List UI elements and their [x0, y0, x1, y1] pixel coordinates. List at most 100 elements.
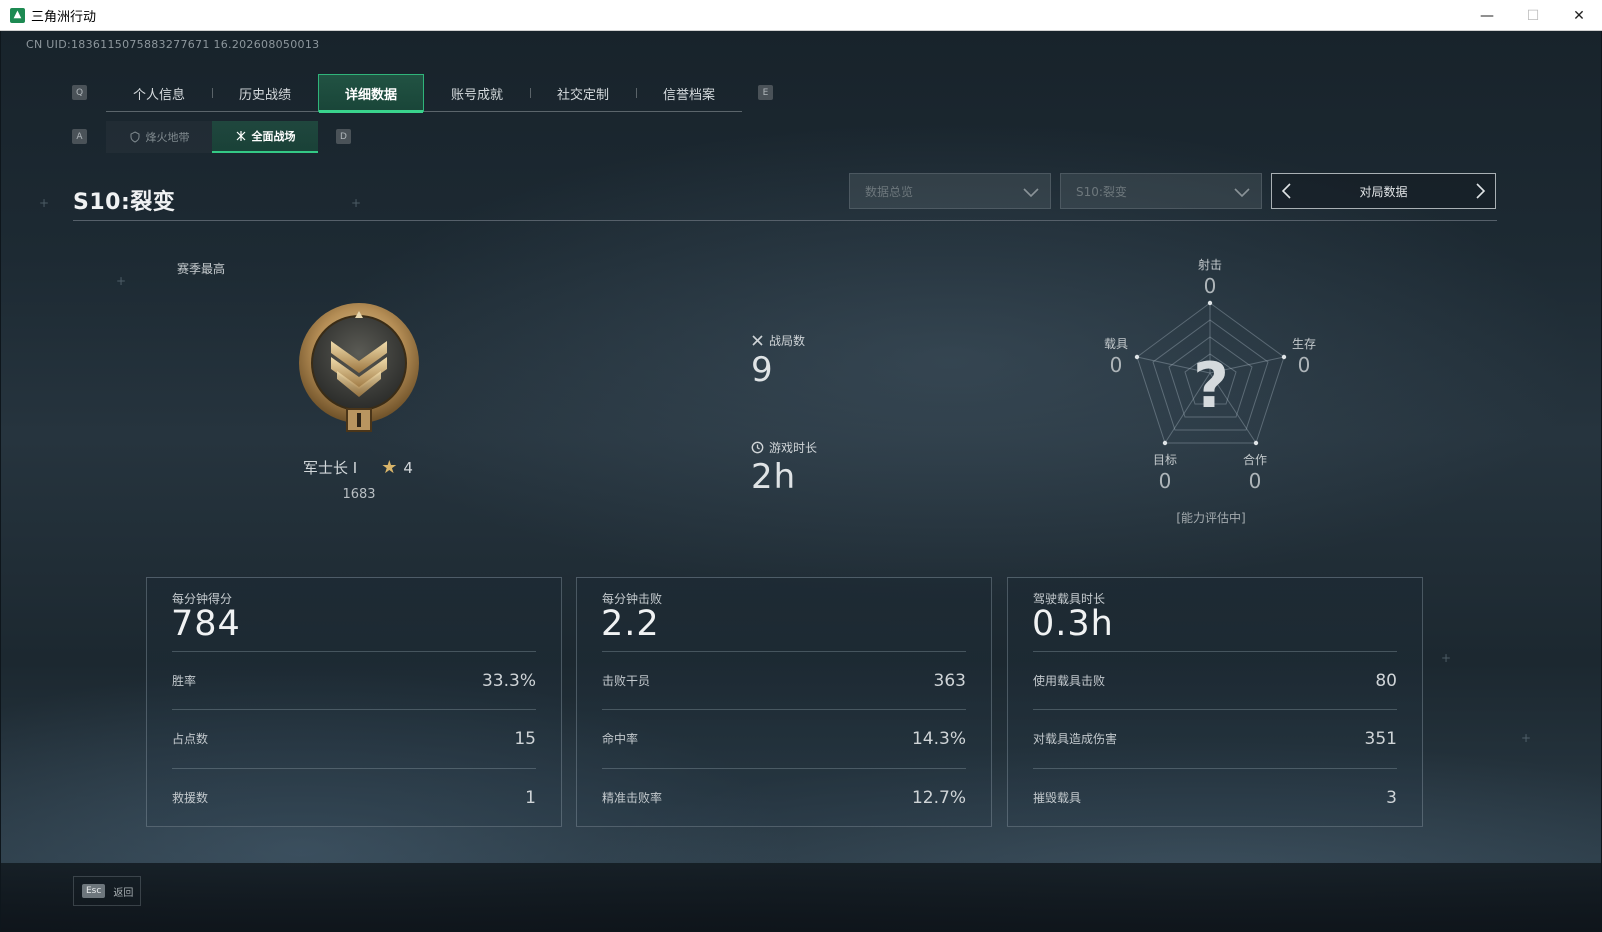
stat-value: 1 — [525, 787, 536, 808]
tab-match-history[interactable]: 历史战绩 — [212, 74, 318, 112]
matches-stat: 战局数 9 — [751, 332, 805, 390]
season-title: S10:裂变 — [73, 190, 176, 215]
crossed-swords-icon — [752, 335, 763, 346]
stat-value: 80 — [1375, 670, 1397, 691]
playtime-label: 游戏时长 — [769, 441, 818, 455]
tab-detailed-data[interactable]: 详细数据 — [318, 74, 424, 113]
stat-value: 12.7% — [911, 787, 966, 808]
tab-label: 个人信息 — [132, 87, 185, 103]
bottom-bar: Esc 返回 — [1, 863, 1601, 931]
stat-row: 胜率 33.3% — [172, 651, 536, 709]
score-stats-card: 每分钟得分 784 胜率 33.3% 占点数 15 救援数 1 — [146, 577, 562, 827]
stat-label: 击败干员 — [602, 674, 651, 688]
window-titlebar: ▲ 三角洲行动 — ☐ ✕ — [0, 0, 1602, 31]
card-head-value: 784 — [171, 604, 241, 644]
ability-evaluating-text: [能力评估中] — [1176, 511, 1246, 525]
mode-tab-bar: 烽火地带 全面战场 — [106, 121, 318, 153]
radar-value-shooting: 0 — [1203, 274, 1217, 298]
minimize-button[interactable]: — — [1464, 0, 1510, 31]
stat-label: 命中率 — [602, 732, 639, 746]
data-type-dropdown[interactable]: 数据总览 — [849, 173, 1051, 209]
tab-achievements[interactable]: 账号成就 — [424, 74, 530, 112]
stat-label: 救援数 — [172, 791, 209, 805]
rank-badge-icon — [299, 303, 419, 432]
card-head-value: 2.2 — [601, 604, 660, 644]
radar-value-survival: 0 — [1297, 353, 1311, 377]
back-label: 返回 — [113, 887, 134, 899]
stat-row: 救援数 1 — [172, 768, 536, 826]
playtime-value: 2h — [751, 457, 797, 497]
radar-unknown-mark: ? — [1193, 349, 1229, 422]
matches-value: 9 — [751, 350, 774, 390]
stat-label: 使用载具击败 — [1033, 674, 1106, 688]
stat-row: 使用载具击败 80 — [1033, 651, 1397, 709]
radar-value-coop: 0 — [1248, 469, 1262, 493]
tab-label: 详细数据 — [344, 87, 397, 103]
decor-crosshair-icon: + — [1521, 731, 1532, 745]
stat-label: 摧毁载具 — [1033, 791, 1082, 805]
chevron-left-icon[interactable] — [1278, 182, 1296, 200]
kill-stats-card: 每分钟击败 2.2 击败干员 363 命中率 14.3% 精准击败率 12.7% — [576, 577, 992, 827]
radar-label-coop: 合作 — [1242, 453, 1267, 467]
subtab-label: 全面战场 — [251, 130, 296, 143]
stat-row: 摧毁载具 3 — [1033, 768, 1397, 826]
close-button[interactable]: ✕ — [1556, 0, 1602, 31]
stat-label: 对载具造成伤害 — [1033, 732, 1118, 746]
tab-label: 账号成就 — [450, 87, 503, 103]
tab-credit-record[interactable]: 信誉档案 — [636, 74, 742, 112]
header-divider — [73, 220, 1497, 221]
playtime-stat: 游戏时长 2h — [751, 439, 817, 497]
crossed-arrows-icon — [236, 131, 245, 141]
shield-outline-icon — [130, 131, 139, 143]
decor-crosshair-icon: + — [1441, 651, 1452, 665]
window-controls: — ☐ ✕ — [1464, 0, 1602, 31]
rank-name-label: 军士长 I — [303, 459, 358, 477]
clock-icon — [751, 441, 764, 454]
matches-label: 战局数 — [769, 334, 806, 348]
season-dropdown[interactable]: S10:裂变 — [1060, 173, 1262, 209]
chevron-right-icon[interactable] — [1471, 182, 1489, 200]
subtab-extraction-zone[interactable]: 烽火地带 — [106, 121, 212, 153]
radar-label-vehicle: 载具 — [1103, 337, 1128, 351]
decor-crosshair-icon: + — [39, 196, 50, 210]
radar-label-shooting: 射击 — [1197, 258, 1222, 272]
prev-tab-key-hint: Q — [72, 85, 87, 100]
tab-label: 信誉档案 — [662, 87, 715, 103]
card-head-value: 0.3h — [1032, 604, 1114, 644]
chevron-down-icon — [1234, 188, 1250, 198]
data-category-pager: 对局数据 — [1271, 173, 1496, 209]
maximize-button[interactable]: ☐ — [1510, 0, 1556, 31]
chevron-down-icon — [1023, 188, 1039, 198]
stat-row: 对载具造成伤害 351 — [1033, 709, 1397, 767]
stat-row: 精准击败率 12.7% — [602, 768, 966, 826]
tab-label: 历史战绩 — [238, 87, 291, 103]
next-subtab-key-hint: D — [336, 129, 351, 144]
stat-value: 363 — [933, 670, 966, 691]
tab-personal-info[interactable]: 个人信息 — [106, 74, 212, 112]
radar-value-vehicle: 0 — [1109, 353, 1123, 377]
stat-label: 占点数 — [172, 732, 209, 746]
tab-label: 社交定制 — [556, 87, 609, 103]
season-best-label: 赛季最高 — [177, 262, 226, 276]
stat-value: 33.3% — [481, 670, 536, 691]
back-button[interactable]: Esc 返回 — [73, 876, 141, 906]
prev-subtab-key-hint: A — [72, 129, 87, 144]
decor-crosshair-icon: + — [116, 274, 127, 288]
stat-label: 胜率 — [172, 674, 197, 688]
tab-social-custom[interactable]: 社交定制 — [530, 74, 636, 112]
player-uid: CN UID:1836115075883277671 16.2026080500… — [26, 38, 320, 51]
main-tab-bar: 个人信息 历史战绩 详细数据 账号成就 社交定制 信誉档案 — [106, 74, 742, 113]
radar-value-objective: 0 — [1158, 469, 1172, 493]
rank-title: 军士长 I ★ 4 — [303, 457, 413, 478]
subtab-label: 烽火地带 — [145, 131, 190, 144]
subtab-full-battlefield[interactable]: 全面战场 — [212, 121, 318, 153]
game-viewport: + + + + + CN UID:1836115075883277671 16.… — [1, 31, 1601, 931]
stat-row: 击败干员 363 — [602, 651, 966, 709]
next-tab-key-hint: E — [758, 85, 773, 100]
radar-label-objective: 目标 — [1152, 453, 1177, 467]
stat-label: 精准击败率 — [602, 791, 663, 805]
stat-value: 15 — [514, 728, 536, 749]
stat-value: 351 — [1364, 728, 1397, 749]
star-icon: ★ — [381, 457, 398, 478]
decor-crosshair-icon: + — [351, 196, 362, 210]
